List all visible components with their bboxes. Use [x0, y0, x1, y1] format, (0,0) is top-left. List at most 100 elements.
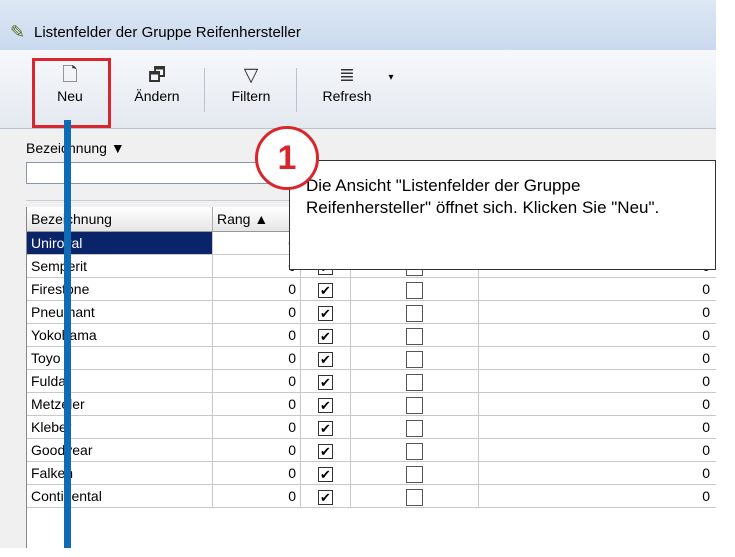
table-row[interactable]: Firestone 0 ✔ 0 — [27, 278, 717, 301]
cell-rang[interactable]: 0 — [213, 370, 301, 392]
cell-rang[interactable]: 0 — [213, 485, 301, 507]
cell-bezeichnung[interactable]: Firestone — [27, 278, 213, 300]
title-bar: ✎ Listenfelder der Gruppe Reifenherstell… — [0, 0, 735, 51]
checkbox-unchecked-icon[interactable] — [406, 327, 423, 345]
cell-number[interactable]: 0 — [479, 278, 717, 300]
checkbox-checked-icon[interactable]: ✔ — [318, 328, 333, 344]
cell-rang[interactable]: 0 — [213, 462, 301, 484]
cell-bezeichnung[interactable]: Fulda — [27, 370, 213, 392]
checkbox-unchecked-icon[interactable] — [406, 419, 423, 437]
table-row[interactable]: Goodyear 0 ✔ 0 — [27, 439, 717, 462]
cell-number[interactable]: 0 — [479, 462, 717, 484]
torn-edge — [0, 548, 735, 557]
cell-rang[interactable]: 0 — [213, 255, 301, 277]
cell-bezeichnung[interactable]: Semperit — [27, 255, 213, 277]
checkbox-checked-icon[interactable]: ✔ — [318, 282, 333, 298]
table-row[interactable]: Fulda 0 ✔ 0 — [27, 370, 717, 393]
cell-checkbox[interactable] — [351, 278, 479, 300]
checkbox-unchecked-icon[interactable] — [406, 488, 423, 506]
toolbar-overflow-chevron-icon[interactable]: ▾ — [384, 72, 398, 132]
cell-bezeichnung[interactable]: Pneumant — [27, 301, 213, 323]
instruction-text: Die Ansicht "Listenfelder der Gruppe Rei… — [306, 176, 660, 217]
cell-checkbox[interactable] — [351, 324, 479, 346]
cell-bezeichnung[interactable]: Toyo — [27, 347, 213, 369]
cell-bezeichnung[interactable]: Falken — [27, 462, 213, 484]
checkbox-unchecked-icon[interactable] — [406, 304, 423, 322]
cell-rang[interactable]: 0 — [213, 324, 301, 346]
step-badge: 1 — [255, 126, 319, 190]
cell-rang[interactable]: 0 — [213, 416, 301, 438]
cell-checkbox[interactable] — [351, 416, 479, 438]
checkbox-checked-icon[interactable]: ✔ — [318, 351, 333, 367]
column-header-bezeichnung[interactable]: Bezeichnung — [27, 207, 213, 231]
checkbox-unchecked-icon[interactable] — [406, 442, 423, 460]
cell-checkbox[interactable] — [351, 301, 479, 323]
cell-rang[interactable]: 0 — [213, 232, 301, 254]
cell-checkbox[interactable]: ✔ — [301, 416, 351, 438]
edit-button[interactable]: 🗗 Ändern — [128, 64, 186, 124]
cell-number[interactable]: 0 — [479, 370, 717, 392]
cell-bezeichnung[interactable]: Yokohama — [27, 324, 213, 346]
table-row[interactable]: Yokohama0✔0 — [27, 324, 717, 347]
checkbox-checked-icon[interactable]: ✔ — [318, 374, 333, 390]
cell-bezeichnung[interactable]: Metzeler — [27, 393, 213, 415]
column-header-rang[interactable]: Rang ▲ — [213, 207, 301, 231]
refresh-button[interactable]: ≣ Refresh — [312, 64, 382, 124]
cell-rang[interactable]: 0 — [213, 347, 301, 369]
checkbox-unchecked-icon[interactable] — [406, 465, 423, 483]
cell-checkbox[interactable] — [351, 347, 479, 369]
cell-checkbox[interactable] — [351, 439, 479, 461]
torn-edge — [716, 0, 735, 557]
cell-checkbox[interactable]: ✔ — [301, 301, 351, 323]
cell-number[interactable]: 0 — [479, 301, 717, 323]
table-row[interactable]: Toyo 0 ✔ 0 — [27, 347, 717, 370]
cell-number[interactable]: 0 — [479, 347, 717, 369]
cell-bezeichnung[interactable]: Goodyear — [27, 439, 213, 461]
cell-checkbox[interactable] — [351, 462, 479, 484]
cell-rang[interactable]: 0 — [213, 278, 301, 300]
cell-rang[interactable]: 0 — [213, 393, 301, 415]
table-row[interactable]: Kleber 0 ✔ 0 — [27, 416, 717, 439]
checkbox-checked-icon[interactable]: ✔ — [318, 489, 333, 505]
cell-rang[interactable]: 0 — [213, 301, 301, 323]
checkbox-checked-icon[interactable]: ✔ — [318, 466, 333, 482]
checkbox-unchecked-icon[interactable] — [406, 396, 423, 414]
cell-checkbox[interactable] — [351, 485, 479, 507]
checkbox-unchecked-icon[interactable] — [406, 373, 423, 391]
cell-bezeichnung[interactable]: Uniroyal — [27, 232, 213, 254]
instruction-callout: Die Ansicht "Listenfelder der Gruppe Rei… — [289, 160, 716, 270]
table-row[interactable]: Pneumant 0 ✔ 0 — [27, 301, 717, 324]
cell-number[interactable]: 0 — [479, 439, 717, 461]
cell-number[interactable]: 0 — [479, 485, 717, 507]
cell-checkbox[interactable]: ✔ — [301, 485, 351, 507]
cell-checkbox[interactable]: ✔ — [301, 324, 351, 346]
cell-checkbox[interactable]: ✔ — [301, 370, 351, 392]
checkbox-unchecked-icon[interactable] — [406, 350, 423, 368]
cell-number[interactable]: 0 — [479, 393, 717, 415]
cell-checkbox[interactable]: ✔ — [301, 347, 351, 369]
table-row[interactable]: Metzeler 0 ✔ 0 — [27, 393, 717, 416]
checkbox-checked-icon[interactable]: ✔ — [318, 305, 333, 321]
table-row[interactable]: Falken 0 ✔ 0 — [27, 462, 717, 485]
table-row[interactable]: Continental0✔0 — [27, 485, 717, 508]
cell-bezeichnung[interactable]: Kleber — [27, 416, 213, 438]
cell-checkbox[interactable]: ✔ — [301, 439, 351, 461]
cell-rang[interactable]: 0 — [213, 439, 301, 461]
cell-checkbox[interactable]: ✔ — [301, 462, 351, 484]
checkbox-checked-icon[interactable]: ✔ — [318, 420, 333, 436]
edit-button-label: Ändern — [134, 88, 180, 104]
checkbox-checked-icon[interactable]: ✔ — [318, 397, 333, 413]
cell-bezeichnung[interactable]: Continental — [27, 485, 213, 507]
cell-checkbox[interactable] — [351, 370, 479, 392]
cell-number[interactable]: 0 — [479, 416, 717, 438]
filter-column-label[interactable]: Bezeichnung ▼ — [26, 140, 125, 156]
cell-checkbox[interactable] — [351, 393, 479, 415]
checkbox-checked-icon[interactable]: ✔ — [318, 443, 333, 459]
checkbox-unchecked-icon[interactable] — [406, 281, 423, 299]
cell-checkbox[interactable]: ✔ — [301, 278, 351, 300]
cell-number[interactable]: 0 — [479, 324, 717, 346]
toolbar-separator — [296, 68, 297, 112]
cell-checkbox[interactable]: ✔ — [301, 393, 351, 415]
refresh-button-label: Refresh — [322, 88, 372, 104]
filter-button[interactable]: ▽ Filtern — [220, 64, 282, 124]
